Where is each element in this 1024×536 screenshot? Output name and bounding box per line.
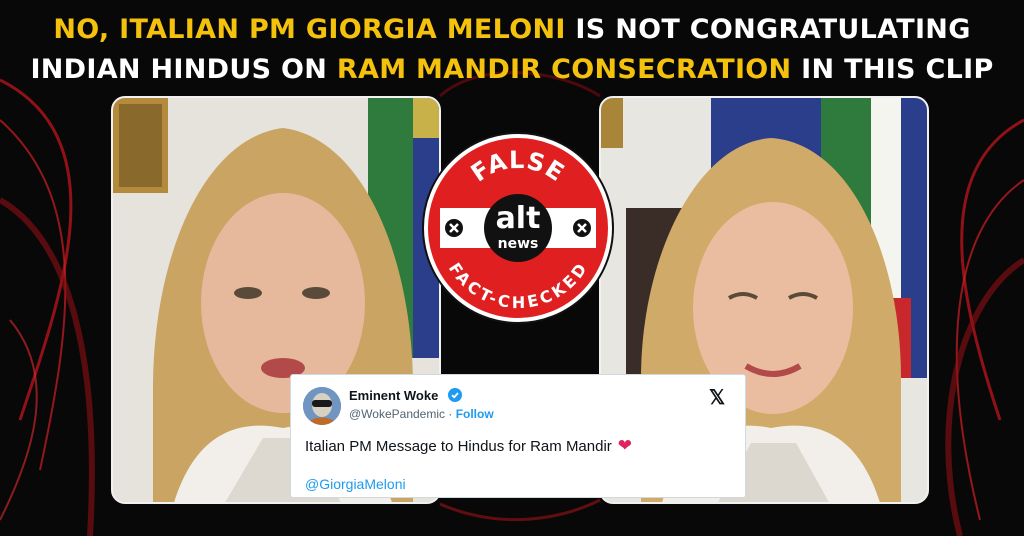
x-logo-icon[interactable]: 𝕏	[709, 385, 725, 410]
tweet-handle-row: @WokePandemic · Follow	[349, 407, 494, 421]
badge-logo-top: alt	[496, 201, 541, 236]
avatar	[303, 387, 341, 425]
verified-badge-icon	[448, 388, 462, 402]
red-heart-icon: ❤	[617, 436, 633, 455]
headline-text: IN THIS CLIP	[791, 54, 994, 85]
tweet-card: Eminent Woke @WokePandemic · Follow 𝕏 It…	[290, 374, 746, 498]
fact-check-badge: alt news FALSE FACT-CHECKED	[420, 130, 616, 326]
headline-text: IS NOT CONGRATULATING	[565, 14, 971, 45]
tweet-author-name[interactable]: Eminent Woke	[349, 388, 438, 403]
follow-button[interactable]: Follow	[456, 407, 494, 421]
headline-highlight: NO, ITALIAN PM GIORGIA MELONI	[53, 14, 566, 45]
headline-line-1: NO, ITALIAN PM GIORGIA MELONI IS NOT CON…	[0, 10, 1024, 50]
tweet-handle[interactable]: @WokePandemic	[349, 407, 445, 421]
headline: NO, ITALIAN PM GIORGIA MELONI IS NOT CON…	[0, 10, 1024, 90]
close-icon	[573, 219, 591, 237]
headline-text: INDIAN HINDUS ON	[30, 54, 337, 85]
separator: ·	[448, 407, 453, 421]
tweet-mention[interactable]: @GiorgiaMeloni	[305, 476, 406, 492]
badge-logo-bottom: news	[498, 236, 539, 252]
tweet-text-row: Italian PM Message to Hindus for Ram Man…	[305, 436, 632, 456]
headline-highlight: RAM MANDIR CONSECRATION	[336, 54, 792, 85]
close-icon	[445, 219, 463, 237]
headline-line-2: INDIAN HINDUS ON RAM MANDIR CONSECRATION…	[0, 50, 1024, 90]
tweet-text: Italian PM Message to Hindus for Ram Man…	[305, 437, 612, 455]
